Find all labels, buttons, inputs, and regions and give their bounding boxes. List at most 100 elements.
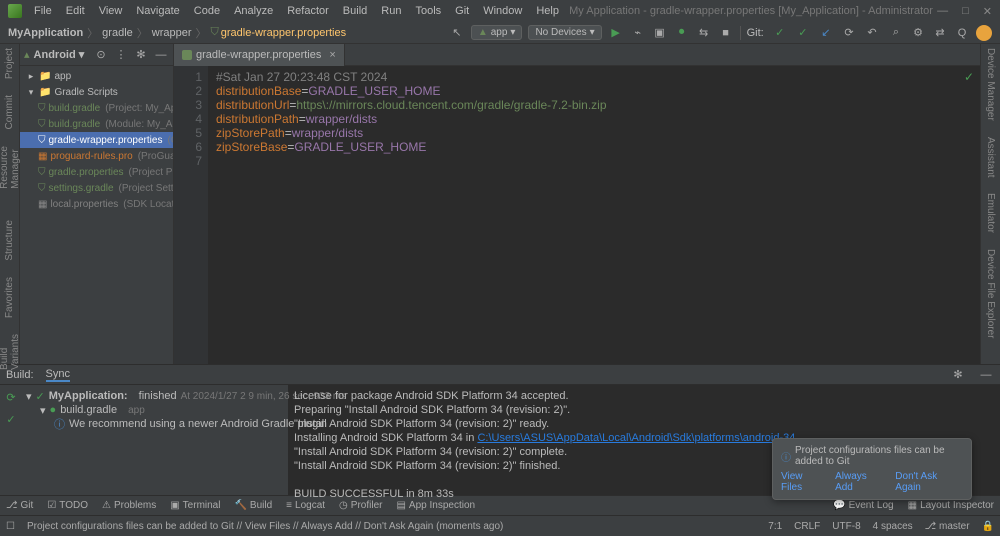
status-indent[interactable]: 4 spaces xyxy=(873,521,913,532)
tool-layout-inspector[interactable]: ▦ Layout Inspector xyxy=(908,500,994,511)
tree-gradle-scripts[interactable]: ▾📁Gradle Scripts xyxy=(20,84,173,100)
status-icon[interactable]: ☐ xyxy=(6,521,15,532)
breadcrumb-3[interactable]: gradle-wrapper.properties xyxy=(221,27,346,39)
tree-item-build-gradle-module[interactable]: ⛉build.gradle(Module: My_App xyxy=(20,116,173,132)
rail-project[interactable]: Project xyxy=(4,48,15,79)
project-view-dropdown[interactable]: Android ▾ xyxy=(34,48,85,61)
tree-item-proguard[interactable]: ▦proguard-rules.pro(ProGuard xyxy=(20,148,173,164)
editor-tab-label: gradle-wrapper.properties xyxy=(196,49,321,61)
avatar[interactable] xyxy=(976,25,992,41)
tree-app[interactable]: ▸📁app xyxy=(20,68,173,84)
search-everywhere-icon[interactable]: Q xyxy=(954,25,970,41)
coverage-button[interactable]: ▣ xyxy=(652,25,668,41)
rail-commit[interactable]: Commit xyxy=(4,95,15,129)
filter-ok-icon[interactable]: ✓ xyxy=(3,411,19,427)
notif-always-add[interactable]: Always Add xyxy=(835,471,885,493)
breadcrumb-2[interactable]: wrapper xyxy=(152,27,192,39)
gear-icon[interactable]: ✻ xyxy=(133,47,149,63)
output-path-link[interactable]: C:\Users\ASUS\AppData\Local\Android\Sdk\… xyxy=(477,432,795,444)
tool-logcat[interactable]: ≡ Logcat xyxy=(286,500,325,511)
tree-item-gradle-wrapper[interactable]: ⛉gradle-wrapper.properties(Gr xyxy=(20,132,173,148)
rail-device-file-explorer[interactable]: Device File Explorer xyxy=(985,249,996,338)
stop-button[interactable]: ■ xyxy=(718,25,734,41)
gear-icon[interactable]: ✻ xyxy=(950,367,966,383)
rerun-icon[interactable]: ⟳ xyxy=(3,389,19,405)
menu-analyze[interactable]: Analyze xyxy=(228,3,279,19)
build-tree-child1[interactable]: ▾●build.gradle app xyxy=(26,403,284,417)
menu-code[interactable]: Code xyxy=(188,3,226,19)
build-tree-child2[interactable]: ⓘWe recommend using a newer Android Grad… xyxy=(26,417,284,431)
menu-tools[interactable]: Tools xyxy=(409,3,447,19)
settings-icon[interactable]: ⚙ xyxy=(910,25,926,41)
hide-icon[interactable]: — xyxy=(978,367,994,383)
rail-resource-manager[interactable]: Resource Manager xyxy=(0,146,21,189)
git-update-icon[interactable]: ↙ xyxy=(818,25,834,41)
device-dropdown[interactable]: No Devices ▾ xyxy=(528,25,601,40)
editor-body[interactable]: 1234567 #Sat Jan 27 20:23:48 CST 2024 di… xyxy=(174,66,980,364)
tool-profiler[interactable]: ◷ Profiler xyxy=(339,500,382,511)
tool-app-inspection[interactable]: ▤ App Inspection xyxy=(396,500,475,511)
git-push-icon[interactable]: ✓ xyxy=(795,25,811,41)
attach-button[interactable]: ⇆ xyxy=(696,25,712,41)
menu-navigate[interactable]: Navigate xyxy=(130,3,185,19)
run-config-dropdown[interactable]: ▲ app ▾ xyxy=(471,25,523,40)
status-lock-icon[interactable]: 🔒 xyxy=(982,521,994,532)
git-history-icon[interactable]: ⟳ xyxy=(841,25,857,41)
minimize-button[interactable]: — xyxy=(937,5,948,18)
tool-terminal[interactable]: ▣ Terminal xyxy=(170,500,220,511)
status-eol[interactable]: CRLF xyxy=(794,521,820,532)
close-button[interactable]: ✕ xyxy=(983,5,992,18)
back-icon[interactable]: ↖ xyxy=(449,25,465,41)
status-encoding[interactable]: UTF-8 xyxy=(832,521,860,532)
debug-button[interactable]: ⌁ xyxy=(630,25,646,41)
tool-git[interactable]: ⎇Git xyxy=(6,500,33,511)
rail-emulator[interactable]: Emulator xyxy=(985,193,996,233)
sync-tab[interactable]: Sync xyxy=(46,368,70,382)
tool-todo[interactable]: ☑ TODO xyxy=(47,500,88,511)
maximize-button[interactable]: □ xyxy=(962,5,969,18)
menu-window[interactable]: Window xyxy=(477,3,528,19)
menu-build[interactable]: Build xyxy=(337,3,373,19)
tool-problems[interactable]: ⚠ Problems xyxy=(102,500,156,511)
editor-tab-gradle-wrapper[interactable]: gradle-wrapper.properties × xyxy=(174,44,345,66)
tree-item-settings-gradle[interactable]: ⛉settings.gradle(Project Settin xyxy=(20,180,173,196)
menu-view[interactable]: View xyxy=(93,3,129,19)
notif-dont-ask[interactable]: Don't Ask Again xyxy=(895,471,963,493)
profiler-button[interactable]: ⏺ xyxy=(674,25,690,41)
rail-assistant[interactable]: Assistant xyxy=(985,137,996,178)
rail-structure[interactable]: Structure xyxy=(4,220,15,261)
search-icon[interactable]: ⌕ xyxy=(888,25,904,41)
run-button[interactable]: ▶ xyxy=(608,25,624,41)
rail-device-manager[interactable]: Device Manager xyxy=(985,48,996,121)
status-branch[interactable]: ⎇ master xyxy=(925,521,970,532)
tree-item-build-gradle-project[interactable]: ⛉build.gradle(Project: My_App xyxy=(20,100,173,116)
status-position[interactable]: 7:1 xyxy=(768,521,782,532)
rail-favorites[interactable]: Favorites xyxy=(4,277,15,318)
menu-file[interactable]: File xyxy=(28,3,58,19)
notif-view-files[interactable]: View Files xyxy=(781,471,825,493)
menu-git[interactable]: Git xyxy=(449,3,475,19)
status-message: Project configurations files can be adde… xyxy=(27,521,503,532)
sync-icon[interactable]: ⇄ xyxy=(932,25,948,41)
code-content[interactable]: #Sat Jan 27 20:23:48 CST 2024 distributi… xyxy=(208,66,980,364)
menu-help[interactable]: Help xyxy=(530,3,565,19)
git-notification: ⓘProject configurations files can be add… xyxy=(772,438,972,500)
tool-event-log[interactable]: 💬Event Log xyxy=(833,500,894,511)
breadcrumb-root[interactable]: MyApplication xyxy=(8,27,83,39)
breadcrumb-1[interactable]: gradle xyxy=(102,27,133,39)
tree-item-local-properties[interactable]: ▦local.properties(SDK Location xyxy=(20,196,173,212)
select-opened-icon[interactable]: ⊙ xyxy=(93,47,109,63)
build-tree-root[interactable]: ▾✓ MyApplication: finished At 2024/1/27 … xyxy=(26,389,284,403)
rail-build-variants[interactable]: Build Variants xyxy=(0,334,21,370)
menu-edit[interactable]: Edit xyxy=(60,3,91,19)
close-tab-icon[interactable]: × xyxy=(329,49,335,61)
hide-icon[interactable]: — xyxy=(153,47,169,63)
tool-build[interactable]: 🔨 Build xyxy=(234,500,272,511)
menu-refactor[interactable]: Refactor xyxy=(281,3,335,19)
collapse-icon[interactable]: ⋮ xyxy=(113,47,129,63)
git-commit-icon[interactable]: ✓ xyxy=(772,25,788,41)
tree-item-gradle-properties[interactable]: ⛉gradle.properties(Project Pro xyxy=(20,164,173,180)
git-revert-icon[interactable]: ↶ xyxy=(864,25,880,41)
menu-run[interactable]: Run xyxy=(375,3,407,19)
inspection-ok-icon[interactable]: ✓ xyxy=(964,70,974,84)
